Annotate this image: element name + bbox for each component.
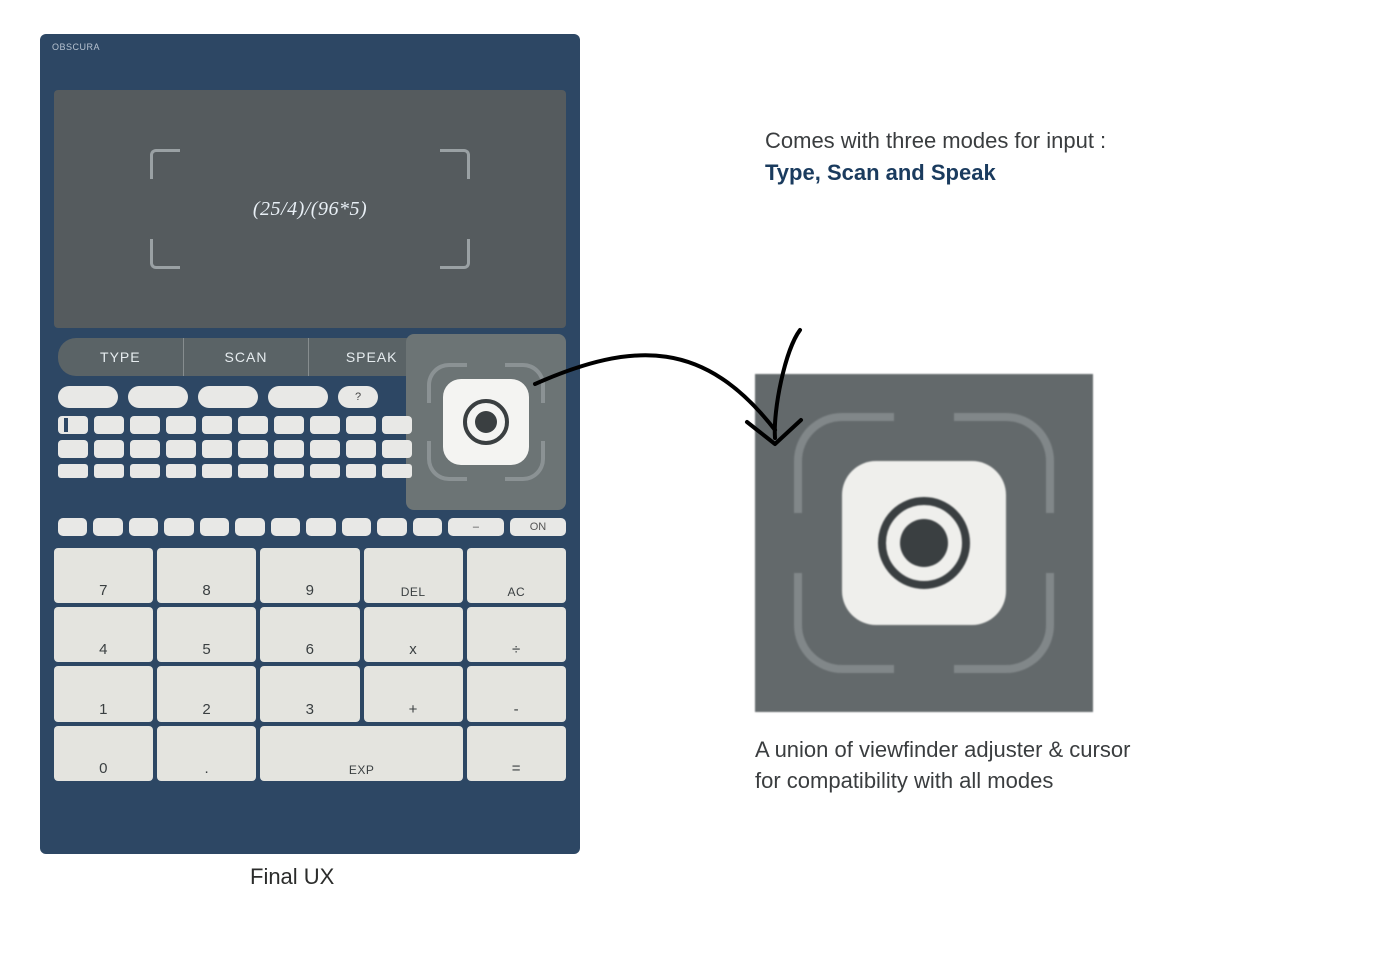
func-key[interactable] — [235, 518, 264, 536]
func-key[interactable] — [202, 440, 232, 458]
func-key[interactable] — [128, 386, 188, 408]
mode-tabs: TYPE SCAN SPEAK — [58, 338, 434, 376]
on-key[interactable]: ON — [510, 518, 566, 536]
key-3[interactable]: 3 — [260, 666, 359, 721]
func-key[interactable] — [58, 518, 87, 536]
func-key[interactable] — [130, 440, 160, 458]
func-key[interactable] — [346, 464, 376, 478]
brand-label: OBSCURA — [52, 42, 100, 52]
calculator-device: OBSCURA (25/4)/(96*5) TYPE SCAN SPEAK — [40, 34, 580, 854]
key-dot[interactable]: . — [157, 726, 256, 781]
camera-icon — [463, 399, 509, 445]
key-divide[interactable]: ÷ — [467, 607, 566, 662]
camera-icon-dot — [475, 411, 497, 433]
func-key[interactable] — [310, 464, 340, 478]
detail-scan-button — [842, 461, 1006, 625]
func-key[interactable] — [342, 518, 371, 536]
display-expression: (25/4)/(96*5) — [150, 149, 470, 269]
func-key[interactable] — [202, 464, 232, 478]
func-key[interactable] — [238, 440, 268, 458]
mode-tab-type[interactable]: TYPE — [58, 338, 183, 376]
func-key[interactable] — [166, 440, 196, 458]
func-key[interactable] — [268, 386, 328, 408]
func-key[interactable] — [413, 518, 442, 536]
key-0[interactable]: 0 — [54, 726, 153, 781]
key-plus[interactable]: + — [364, 666, 463, 721]
func-key[interactable] — [310, 440, 340, 458]
func-key[interactable] — [200, 518, 229, 536]
key-del[interactable]: DEL — [364, 548, 463, 603]
note-text: A union of viewfinder adjuster & cursor … — [755, 735, 1275, 797]
dash-key[interactable]: – — [448, 518, 504, 536]
key-7[interactable]: 7 — [54, 548, 153, 603]
func-key[interactable] — [166, 464, 196, 478]
key-2[interactable]: 2 — [157, 666, 256, 721]
func-key[interactable] — [58, 416, 88, 434]
func-key[interactable] — [306, 518, 335, 536]
caption-label: Final UX — [250, 864, 334, 890]
func-key[interactable] — [271, 518, 300, 536]
func-key[interactable] — [94, 440, 124, 458]
func-key[interactable] — [382, 440, 412, 458]
func-key[interactable] — [274, 440, 304, 458]
intro-line1: Comes with three modes for input : — [765, 128, 1265, 154]
key-9[interactable]: 9 — [260, 548, 359, 603]
func-key[interactable] — [130, 416, 160, 434]
scan-button[interactable] — [443, 379, 529, 465]
intro-text: Comes with three modes for input : Type,… — [765, 128, 1265, 186]
camera-icon-dot — [900, 519, 948, 567]
scan-frame — [427, 363, 545, 481]
func-key[interactable] — [274, 464, 304, 478]
func-key[interactable] — [346, 440, 376, 458]
func-key[interactable] — [58, 386, 118, 408]
camera-icon — [878, 497, 970, 589]
wide-func-row: – ON — [58, 518, 566, 536]
func-key[interactable] — [129, 518, 158, 536]
key-ac[interactable]: AC — [467, 548, 566, 603]
func-key[interactable] — [94, 416, 124, 434]
key-equals[interactable]: = — [467, 726, 566, 781]
func-row-a: ? — [58, 386, 434, 408]
func-key[interactable] — [58, 464, 88, 478]
key-multiply[interactable]: x — [364, 607, 463, 662]
function-key-area: ? — [58, 386, 434, 484]
func-key[interactable] — [130, 464, 160, 478]
detail-frame — [794, 413, 1054, 673]
mode-tab-scan[interactable]: SCAN — [183, 338, 309, 376]
intro-line2: Type, Scan and Speak — [765, 160, 1265, 186]
key-5[interactable]: 5 — [157, 607, 256, 662]
key-minus[interactable]: - — [467, 666, 566, 721]
func-key[interactable] — [238, 416, 268, 434]
key-8[interactable]: 8 — [157, 548, 256, 603]
func-key[interactable] — [166, 416, 196, 434]
key-6[interactable]: 6 — [260, 607, 359, 662]
func-key[interactable] — [238, 464, 268, 478]
func-key[interactable] — [382, 464, 412, 478]
key-4[interactable]: 4 — [54, 607, 153, 662]
func-key[interactable] — [346, 416, 376, 434]
func-row-b1 — [58, 416, 434, 434]
func-key[interactable] — [310, 416, 340, 434]
func-key[interactable] — [58, 440, 88, 458]
func-key[interactable] — [164, 518, 193, 536]
func-key[interactable] — [377, 518, 406, 536]
display-screen: (25/4)/(96*5) — [54, 90, 566, 328]
key-exp[interactable]: EXP — [260, 726, 462, 781]
func-key[interactable] — [202, 416, 232, 434]
note-line1: A union of viewfinder adjuster & cursor — [755, 735, 1275, 766]
help-key[interactable]: ? — [338, 386, 378, 408]
func-row-c — [58, 464, 434, 478]
func-row-b2 — [58, 440, 434, 458]
note-line2: for compatibility with all modes — [755, 766, 1275, 797]
viewfinder-frame: (25/4)/(96*5) — [150, 149, 470, 269]
func-key[interactable] — [94, 464, 124, 478]
func-key[interactable] — [382, 416, 412, 434]
func-key[interactable] — [274, 416, 304, 434]
main-keypad: 7 8 9 DEL AC 4 5 6 x ÷ 1 2 3 + - 0 . EXP… — [54, 548, 566, 840]
func-key[interactable] — [198, 386, 258, 408]
detail-zoom-box — [755, 374, 1093, 712]
func-key[interactable] — [93, 518, 122, 536]
key-1[interactable]: 1 — [54, 666, 153, 721]
